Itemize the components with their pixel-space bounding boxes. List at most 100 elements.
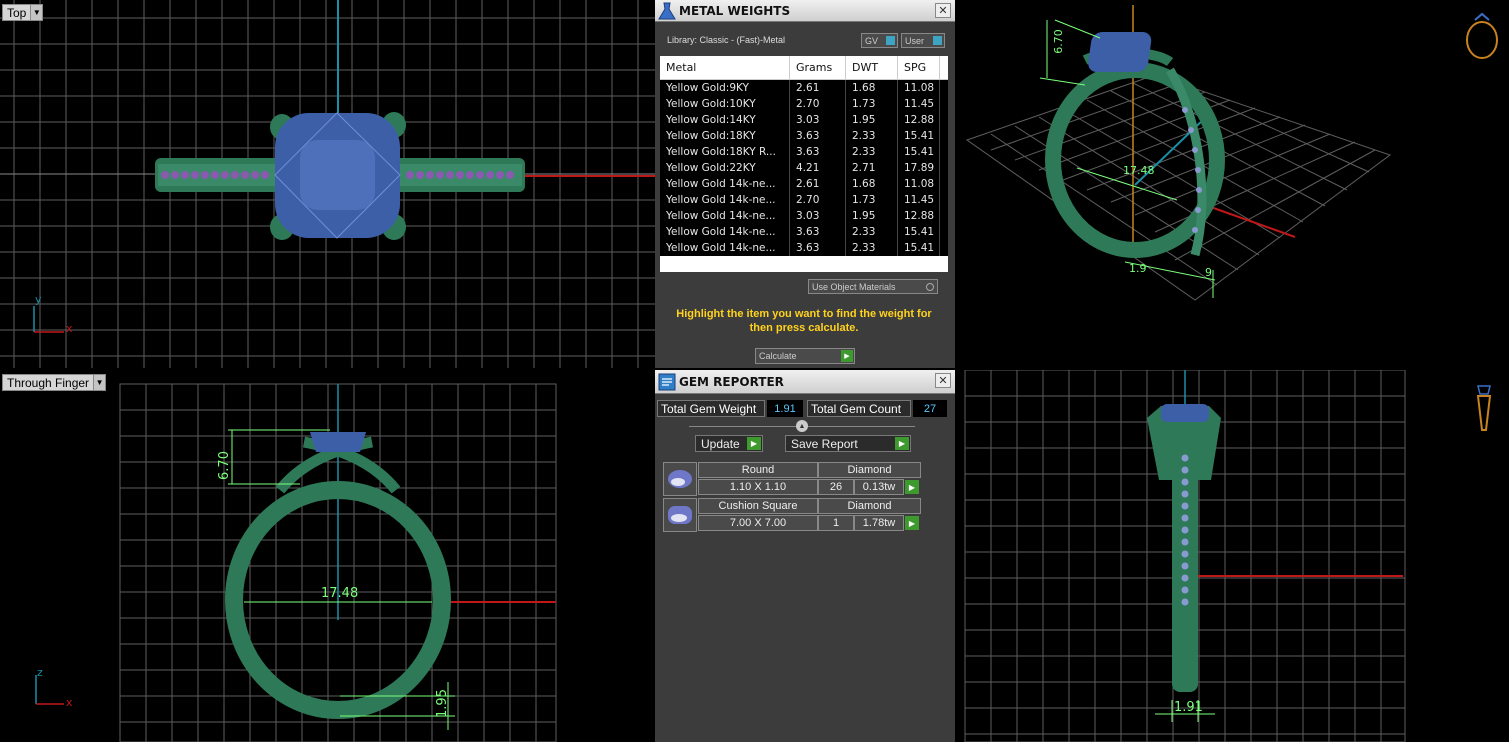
label-text: Total Gem Count: [811, 401, 902, 416]
viewport-through-finger[interactable]: z x 6.70 17.48 1.95 Through Finger ▼: [0, 370, 655, 742]
dimension-width: 17.48: [1123, 164, 1155, 177]
cell-spg: 15.41: [898, 144, 940, 160]
cell-grams: 3.63: [790, 144, 846, 160]
viewport-name: Top: [7, 5, 27, 20]
cell-grams: 2.61: [790, 176, 846, 192]
ring-view-icon[interactable]: [1462, 16, 1502, 62]
viewport-name: Through Finger: [7, 375, 90, 390]
metal-weights-titlebar[interactable]: METAL WEIGHTS ✕: [655, 0, 955, 22]
dimension-height: 6.70: [216, 451, 232, 480]
cell-spg: 17.89: [898, 160, 940, 176]
table-row[interactable]: Yellow Gold:14KY 3.03 1.95 12.88: [660, 112, 948, 128]
table-row[interactable]: Yellow Gold:9KY 2.61 1.68 11.08: [660, 80, 948, 96]
flask-icon: [655, 0, 679, 22]
play-icon: ▶: [895, 437, 909, 450]
side-view-canvas: [964, 370, 1492, 742]
close-icon[interactable]: ✕: [935, 3, 951, 18]
library-label: Library: Classic - (Fast)-Metal: [667, 35, 786, 45]
viewport-perspective[interactable]: 6.70 17.48 1.9 9: [955, 0, 1509, 368]
cell-grams: 3.63: [790, 224, 846, 240]
cell-dwt: 2.33: [846, 224, 898, 240]
cell-grams: 3.03: [790, 112, 846, 128]
collapse-arrow-icon[interactable]: ▲: [796, 420, 808, 432]
viewport-front-label[interactable]: Through Finger ▼: [2, 374, 107, 391]
table-row[interactable]: Yellow Gold 14k-ne... 2.61 1.68 11.08: [660, 176, 948, 192]
user-toggle[interactable]: User: [901, 33, 945, 48]
perspective-view-canvas: [965, 5, 1498, 301]
table-row[interactable]: Yellow Gold:22KY 4.21 2.71 17.89: [660, 160, 948, 176]
use-object-materials-button[interactable]: Use Object Materials: [808, 279, 938, 294]
ring-side-view-icon[interactable]: [1473, 382, 1495, 434]
table-row[interactable]: Yellow Gold:18KY 3.63 2.33 15.41: [660, 128, 948, 144]
play-icon[interactable]: ▶: [905, 480, 919, 494]
gem-size: 1.10 X 1.10: [698, 479, 818, 495]
gem-row[interactable]: Round 1.10 X 1.10 Diamond 26 0.13tw ▶: [663, 462, 921, 496]
gv-label: GV: [865, 35, 879, 46]
viewport-top[interactable]: y x Top ▼: [0, 0, 655, 368]
cell-spg: 15.41: [898, 240, 940, 256]
top-view-canvas: [0, 0, 655, 368]
table-row[interactable]: Yellow Gold 14k-ne... 3.03 1.95 12.88: [660, 208, 948, 224]
gem-shape: Cushion Square: [698, 498, 818, 514]
dimension-band-b: 9: [1205, 266, 1212, 279]
cell-spg: 11.45: [898, 96, 940, 112]
play-icon: ▶: [841, 350, 853, 362]
col-dwt[interactable]: DWT: [846, 56, 898, 79]
calculate-button[interactable]: Calculate ▶: [755, 348, 855, 364]
table-row[interactable]: Yellow Gold:10KY 2.70 1.73 11.45: [660, 96, 948, 112]
cell-metal: Yellow Gold 14k-ne...: [660, 192, 790, 208]
cell-grams: 3.03: [790, 208, 846, 224]
table-row[interactable]: Yellow Gold 14k-ne... 2.70 1.73 11.45: [660, 192, 948, 208]
dimension-height: 6.70: [1051, 29, 1065, 54]
radio-icon: [926, 283, 934, 291]
update-button[interactable]: Update ▶: [695, 435, 763, 452]
chevron-down-icon[interactable]: ▼: [30, 5, 43, 20]
metal-weights-title: METAL WEIGHTS: [679, 3, 791, 18]
gem-weight: 1.78tw: [854, 515, 904, 531]
table-row[interactable]: Yellow Gold 14k-ne... 3.63 2.33 15.41: [660, 224, 948, 240]
axis-z-label: z: [37, 666, 43, 679]
gem-type: Diamond: [818, 462, 921, 478]
cell-metal: Yellow Gold 14k-ne...: [660, 224, 790, 240]
total-gem-weight-value: 1.91: [767, 400, 803, 417]
total-gem-count-label: Total Gem Count: [807, 400, 911, 417]
total-gem-count-value: 27: [913, 400, 947, 417]
gv-toggle[interactable]: GV: [861, 33, 898, 48]
cell-dwt: 2.33: [846, 240, 898, 256]
cell-dwt: 1.68: [846, 80, 898, 96]
cell-dwt: 1.95: [846, 208, 898, 224]
cell-dwt: 2.33: [846, 144, 898, 160]
gem-reporter-titlebar[interactable]: GEM REPORTER ✕: [655, 370, 955, 394]
cell-spg: 11.08: [898, 176, 940, 192]
label-text: Total Gem Weight: [661, 401, 757, 416]
close-icon[interactable]: ✕: [935, 373, 951, 388]
metal-table[interactable]: Metal Grams DWT SPG Yellow Gold:9KY 2.61 1…: [660, 56, 948, 272]
gem-size: 7.00 X 7.00: [698, 515, 818, 531]
play-icon[interactable]: ▶: [905, 516, 919, 530]
round-gem-icon: [663, 462, 697, 496]
table-row[interactable]: Yellow Gold 14k-ne... 3.63 2.33 15.41: [660, 240, 948, 256]
cell-dwt: 1.73: [846, 192, 898, 208]
cell-grams: 2.61: [790, 80, 846, 96]
col-spg[interactable]: SPG: [898, 56, 940, 79]
toggle-indicator: [933, 36, 942, 45]
table-row[interactable]: Yellow Gold:18KY R... 3.63 2.33 15.41: [660, 144, 948, 160]
save-report-button[interactable]: Save Report ▶: [785, 435, 911, 452]
gem-weight: 0.13tw: [854, 479, 904, 495]
cell-dwt: 2.71: [846, 160, 898, 176]
dimension-band-a: 1.9: [1129, 262, 1147, 275]
play-icon: ▶: [747, 437, 761, 450]
viewport-top-label[interactable]: Top ▼: [2, 4, 44, 21]
col-grams[interactable]: Grams: [790, 56, 846, 79]
chevron-down-icon[interactable]: ▼: [93, 375, 106, 390]
metal-table-header: Metal Grams DWT SPG: [660, 56, 948, 80]
cell-grams: 4.21: [790, 160, 846, 176]
gem-row[interactable]: Cushion Square 7.00 X 7.00 Diamond 1 1.7…: [663, 498, 921, 532]
axis-x-label: x: [66, 696, 73, 709]
cell-grams: 2.70: [790, 96, 846, 112]
dimension-width: 17.48: [321, 586, 359, 601]
front-view-canvas: [35, 383, 557, 742]
col-metal[interactable]: Metal: [660, 56, 790, 79]
viewport-side[interactable]: 1.91: [955, 370, 1509, 742]
save-report-label: Save Report: [791, 436, 858, 451]
